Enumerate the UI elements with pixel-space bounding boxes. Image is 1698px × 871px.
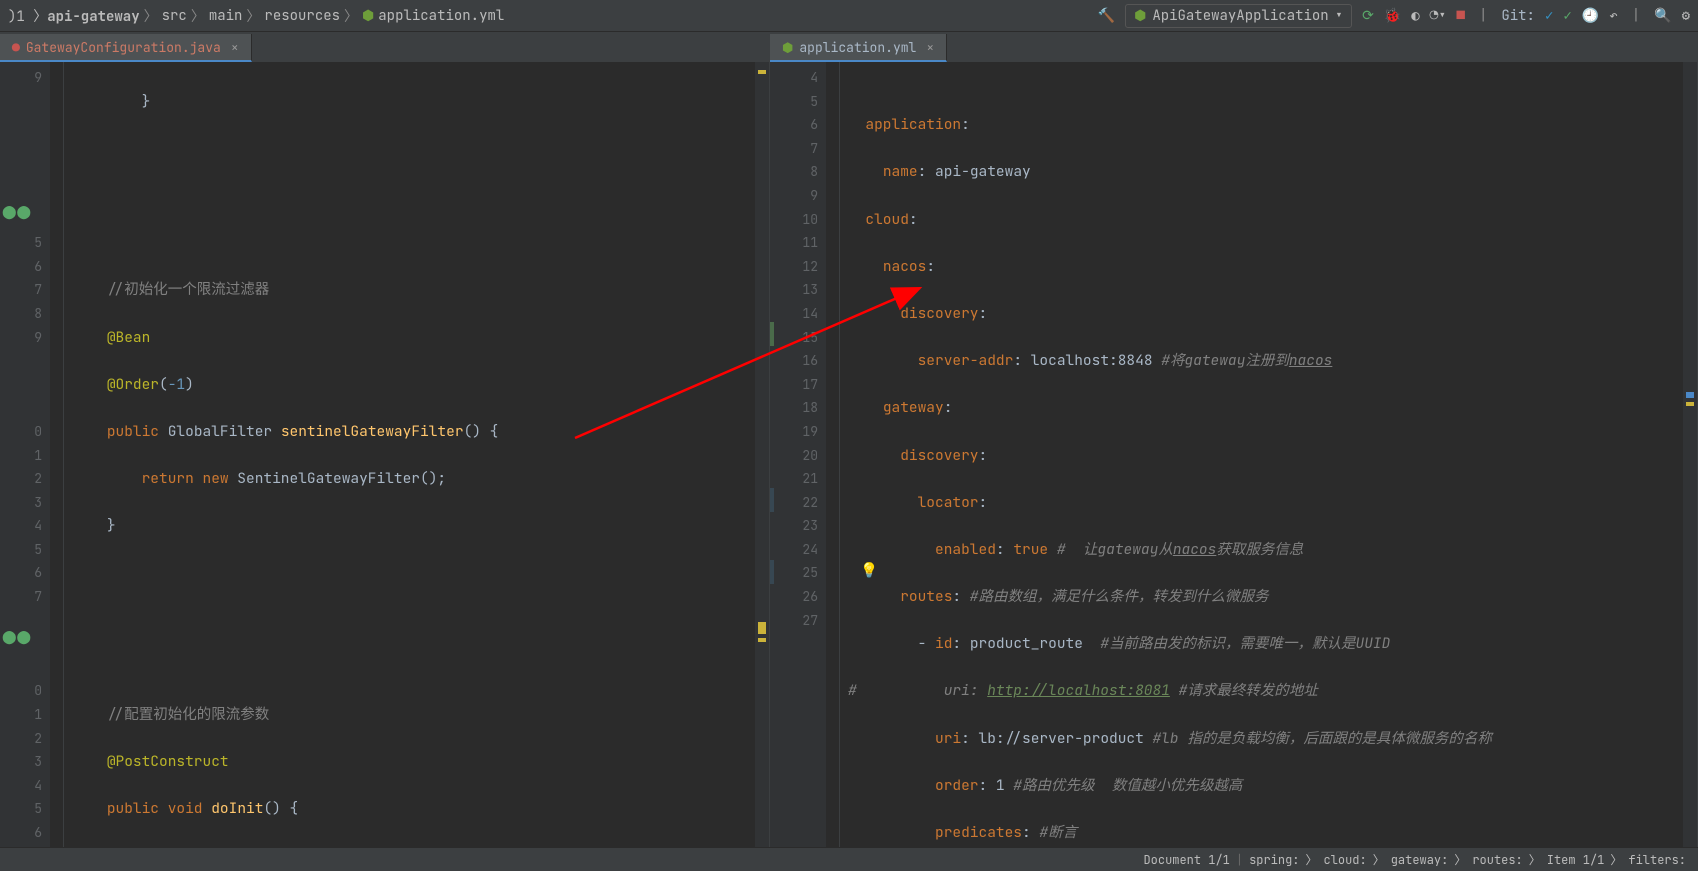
status-crumb-spring[interactable]: spring: <box>1249 852 1299 868</box>
right-code-area[interactable]: 💡 application: name: api-gateway cloud: … <box>840 62 1683 847</box>
yaml-file-icon: ⬢ <box>362 7 374 25</box>
left-fold-column <box>50 62 64 847</box>
git-rollback-icon[interactable]: ↶ <box>1609 7 1617 25</box>
breadcrumb-resources[interactable]: resources <box>264 7 340 25</box>
gutter-test-marker-icon[interactable]: ⬤⬤ <box>2 200 31 224</box>
gutter-test-marker-icon[interactable]: ⬤⬤ <box>2 625 31 649</box>
right-tab-row: ⬢ application.yml × <box>770 32 1697 62</box>
tab-gateway-configuration[interactable]: ● GatewayConfiguration.java × <box>0 34 252 62</box>
close-tab-icon[interactable]: × <box>926 39 934 56</box>
git-update-icon[interactable]: ✓ <box>1545 7 1553 25</box>
profiler-icon[interactable]: ◔▾ <box>1430 7 1447 25</box>
left-gutter: ⬤⬤ ⬤⬤ 9 56789 01234567 0123456 <box>0 62 50 847</box>
search-icon[interactable]: 🔍 <box>1654 7 1671 25</box>
navigation-bar: )1 〉api-gateway 〉src 〉main 〉resources 〉⬢… <box>0 0 1698 32</box>
status-bar: Document 1/1 | spring:〉 cloud:〉 gateway:… <box>0 847 1698 871</box>
status-crumb-cloud[interactable]: cloud: <box>1324 852 1367 868</box>
status-crumb-filters[interactable]: filters: <box>1628 852 1686 868</box>
run-icon[interactable]: ⟳ <box>1362 7 1374 25</box>
status-crumb-routes[interactable]: routes: <box>1472 852 1522 868</box>
settings-icon[interactable]: ⚙ <box>1682 7 1690 25</box>
breadcrumb-main[interactable]: main <box>209 7 243 25</box>
git-label: Git: <box>1501 7 1535 25</box>
java-class-icon: ● <box>12 39 20 56</box>
spring-icon: ⬢ <box>1134 7 1146 25</box>
tab-label: GatewayConfiguration.java <box>26 39 221 56</box>
breadcrumb-src[interactable]: src <box>162 7 187 25</box>
breadcrumb[interactable]: )1 〉api-gateway 〉src 〉main 〉resources 〉⬢… <box>8 6 504 26</box>
yaml-file-icon: ⬢ <box>782 39 793 56</box>
left-editor-pane: ● GatewayConfiguration.java × ⬤⬤ ⬤⬤ 9 56… <box>0 32 770 847</box>
run-configuration-selector[interactable]: ⬢ ApiGatewayApplication ▾ <box>1125 4 1352 28</box>
left-tab-row: ● GatewayConfiguration.java × <box>0 32 769 62</box>
right-gutter: 4567891011121314151617181920212223242526… <box>770 62 826 847</box>
toolbar-right: 🔨 ⬢ ApiGatewayApplication ▾ ⟳ 🐞 ◐ ◔▾ ■ |… <box>1098 4 1690 28</box>
status-crumb-gateway[interactable]: gateway: <box>1391 852 1449 868</box>
breadcrumb-project[interactable]: )1 〉api-gateway <box>8 6 140 26</box>
left-code-area[interactable]: } //初始化一个限流过滤器 @Bean @Order(-1) public G… <box>64 62 755 847</box>
git-commit-icon[interactable]: ✓ <box>1563 7 1571 25</box>
stop-icon[interactable]: ■ <box>1457 7 1465 25</box>
right-editor-pane: ⬢ application.yml × 45678910111213141516… <box>770 32 1698 847</box>
git-history-icon[interactable]: 🕘 <box>1582 7 1599 25</box>
status-item[interactable]: Item 1/1 <box>1547 852 1605 868</box>
debug-icon[interactable]: 🐞 <box>1384 7 1401 25</box>
left-scrollbar-map[interactable] <box>755 62 769 847</box>
dropdown-arrow-icon: ▾ <box>1335 7 1343 25</box>
status-document[interactable]: Document 1/1 <box>1143 852 1229 868</box>
tab-label: application.yml <box>799 39 916 56</box>
tab-application-yml[interactable]: ⬢ application.yml × <box>770 34 947 62</box>
build-icon[interactable]: 🔨 <box>1098 7 1115 25</box>
run-config-label: ApiGatewayApplication <box>1152 7 1328 25</box>
breadcrumb-file[interactable]: application.yml <box>378 7 504 25</box>
right-scrollbar-map[interactable] <box>1683 62 1697 847</box>
intention-bulb-icon[interactable]: 💡 <box>860 559 878 583</box>
coverage-icon[interactable]: ◐ <box>1411 7 1419 25</box>
editor-split: ● GatewayConfiguration.java × ⬤⬤ ⬤⬤ 9 56… <box>0 32 1698 847</box>
right-fold-column <box>826 62 840 847</box>
close-tab-icon[interactable]: × <box>231 39 239 56</box>
